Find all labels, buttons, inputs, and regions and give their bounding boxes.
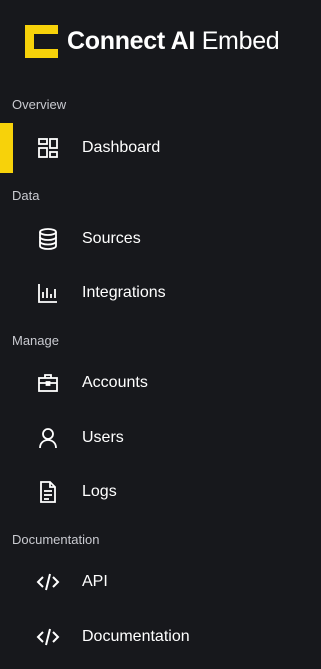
brand-name: Connect AI Embed <box>67 27 280 55</box>
nav-item-accounts[interactable]: Accounts <box>0 358 321 408</box>
database-icon <box>35 226 61 252</box>
dashboard-icon <box>35 135 61 161</box>
code-icon <box>35 569 61 595</box>
nav-item-label: Integrations <box>82 284 166 301</box>
nav-item-label: Accounts <box>82 374 148 391</box>
nav-item-logs[interactable]: Logs <box>0 467 321 517</box>
nav-item-sources[interactable]: Sources <box>0 214 321 264</box>
code-icon <box>35 624 61 650</box>
section-label-documentation: Documentation <box>12 532 100 547</box>
nav-item-label: Logs <box>82 483 117 500</box>
sidebar: Connect AI Embed Overview Dashboard Data… <box>0 0 321 669</box>
nav-item-integrations[interactable]: Integrations <box>0 268 321 318</box>
nav-item-label: API <box>82 573 108 590</box>
section-label-manage: Manage <box>12 333 59 348</box>
nav-item-label: Sources <box>82 230 141 247</box>
bar-chart-icon <box>35 280 61 306</box>
briefcase-icon <box>35 370 61 396</box>
brand-logo[interactable]: Connect AI Embed <box>25 25 280 58</box>
nav-item-label: Documentation <box>82 628 190 645</box>
document-icon <box>35 479 61 505</box>
nav-item-label: Users <box>82 429 124 446</box>
nav-item-documentation[interactable]: Documentation <box>0 612 321 662</box>
nav-item-api[interactable]: API <box>0 557 321 607</box>
nav-item-users[interactable]: Users <box>0 413 321 463</box>
section-label-data: Data <box>12 188 40 203</box>
active-indicator <box>0 123 13 173</box>
connect-ai-logo-icon <box>25 25 58 58</box>
user-icon <box>35 425 61 451</box>
nav-item-dashboard[interactable]: Dashboard <box>0 123 321 173</box>
nav-item-label: Dashboard <box>82 139 161 156</box>
section-label-overview: Overview <box>12 97 67 112</box>
